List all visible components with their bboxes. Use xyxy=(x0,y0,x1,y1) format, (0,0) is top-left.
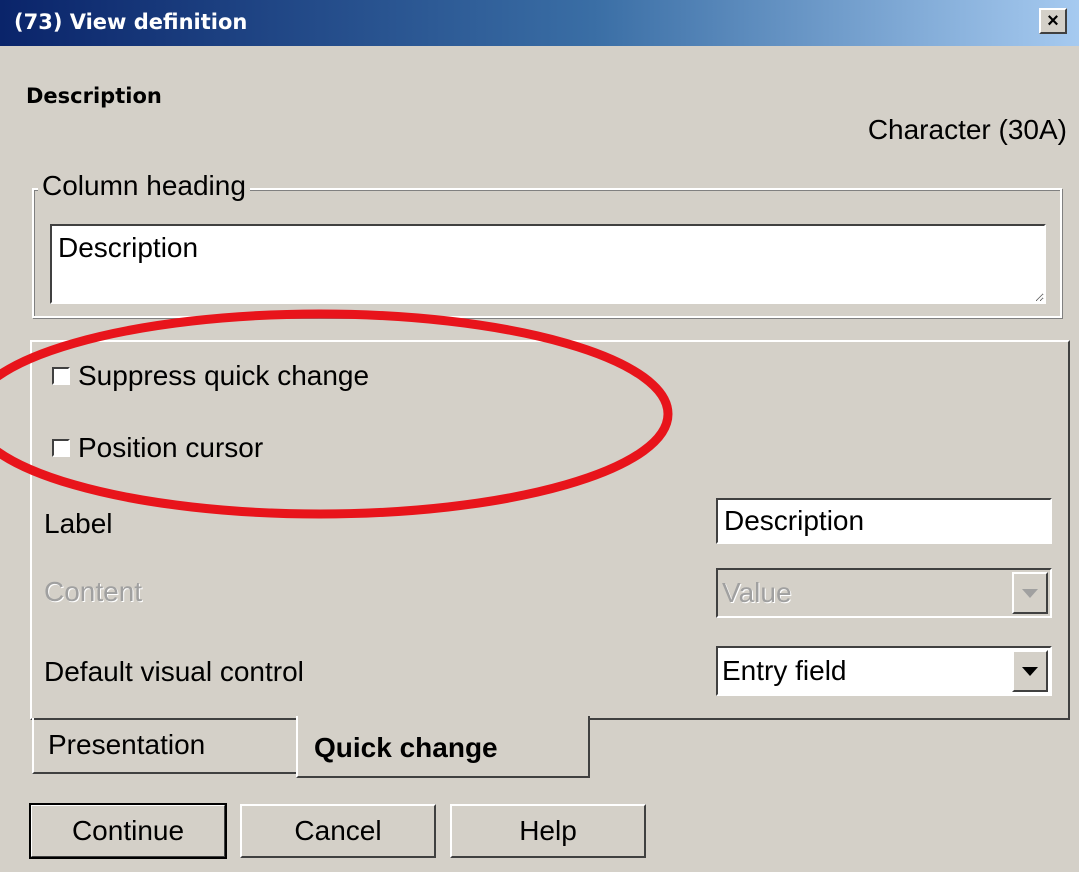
tab-presentation[interactable]: Presentation xyxy=(32,718,300,774)
visual-control-select[interactable]: Entry field xyxy=(716,646,1052,696)
tab-quick-change[interactable]: Quick change xyxy=(296,716,590,778)
label-caption: Label xyxy=(44,508,113,539)
content-caption: Content xyxy=(44,576,143,607)
window-title: (73) View definition xyxy=(14,10,248,34)
suppress-quick-change-checkbox[interactable]: Suppress quick change xyxy=(52,360,369,392)
dropdown-arrow-icon xyxy=(1012,572,1048,614)
title-bar: (73) View definition × xyxy=(0,0,1079,46)
dropdown-arrow-icon[interactable] xyxy=(1012,650,1048,692)
close-icon: × xyxy=(1047,10,1059,32)
column-heading-legend: Column heading xyxy=(38,170,250,202)
visual-control-caption: Default visual control xyxy=(44,656,304,687)
checkbox-icon[interactable] xyxy=(52,367,70,385)
cancel-button[interactable]: Cancel xyxy=(240,804,436,858)
checkbox-icon[interactable] xyxy=(52,439,70,457)
field-name: Description xyxy=(26,84,162,108)
content-select-value: Value xyxy=(722,577,792,608)
position-cursor-label: Position cursor xyxy=(78,432,264,463)
continue-button[interactable]: Continue xyxy=(29,803,227,859)
label-input[interactable] xyxy=(716,498,1052,544)
column-heading-input[interactable]: Description xyxy=(50,224,1046,304)
content-select: Value xyxy=(716,568,1052,618)
visual-control-select-value: Entry field xyxy=(722,655,847,686)
help-button[interactable]: Help xyxy=(450,804,646,858)
suppress-quick-change-label: Suppress quick change xyxy=(78,360,370,391)
position-cursor-checkbox[interactable]: Position cursor xyxy=(52,432,263,464)
field-type: Character (30A) xyxy=(867,114,1067,145)
close-button[interactable]: × xyxy=(1039,8,1067,34)
